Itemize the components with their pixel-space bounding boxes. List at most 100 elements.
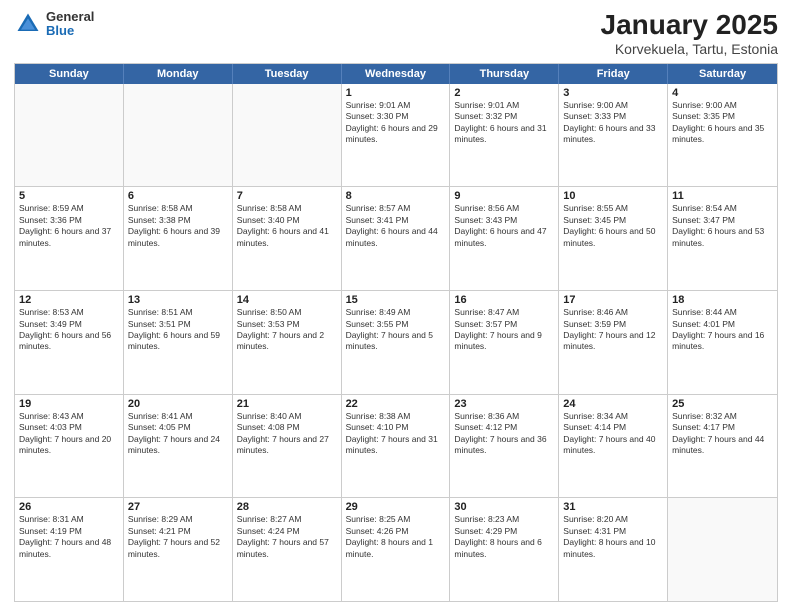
calendar-cell: 1Sunrise: 9:01 AM Sunset: 3:30 PM Daylig… <box>342 84 451 187</box>
day-info: Sunrise: 8:49 AM Sunset: 3:55 PM Dayligh… <box>346 307 446 353</box>
day-number: 25 <box>672 398 773 410</box>
weekday-header: Wednesday <box>342 64 451 84</box>
day-info: Sunrise: 8:20 AM Sunset: 4:31 PM Dayligh… <box>563 514 663 560</box>
day-number: 6 <box>128 190 228 202</box>
day-number: 20 <box>128 398 228 410</box>
calendar-cell: 19Sunrise: 8:43 AM Sunset: 4:03 PM Dayli… <box>15 395 124 498</box>
calendar-cell <box>124 84 233 187</box>
calendar-cell: 31Sunrise: 8:20 AM Sunset: 4:31 PM Dayli… <box>559 498 668 601</box>
calendar-row: 26Sunrise: 8:31 AM Sunset: 4:19 PM Dayli… <box>15 498 777 601</box>
day-info: Sunrise: 8:23 AM Sunset: 4:29 PM Dayligh… <box>454 514 554 560</box>
day-info: Sunrise: 8:43 AM Sunset: 4:03 PM Dayligh… <box>19 411 119 457</box>
day-info: Sunrise: 8:54 AM Sunset: 3:47 PM Dayligh… <box>672 203 773 249</box>
calendar-cell: 2Sunrise: 9:01 AM Sunset: 3:32 PM Daylig… <box>450 84 559 187</box>
page-title: January 2025 <box>601 10 778 41</box>
calendar-cell: 9Sunrise: 8:56 AM Sunset: 3:43 PM Daylig… <box>450 187 559 290</box>
calendar-cell: 20Sunrise: 8:41 AM Sunset: 4:05 PM Dayli… <box>124 395 233 498</box>
calendar-cell: 25Sunrise: 8:32 AM Sunset: 4:17 PM Dayli… <box>668 395 777 498</box>
calendar-cell: 23Sunrise: 8:36 AM Sunset: 4:12 PM Dayli… <box>450 395 559 498</box>
calendar-cell <box>15 84 124 187</box>
day-number: 8 <box>346 190 446 202</box>
calendar-cell: 3Sunrise: 9:00 AM Sunset: 3:33 PM Daylig… <box>559 84 668 187</box>
day-number: 15 <box>346 294 446 306</box>
day-info: Sunrise: 8:38 AM Sunset: 4:10 PM Dayligh… <box>346 411 446 457</box>
day-info: Sunrise: 8:53 AM Sunset: 3:49 PM Dayligh… <box>19 307 119 353</box>
logo-text: General Blue <box>46 10 94 39</box>
calendar-cell: 11Sunrise: 8:54 AM Sunset: 3:47 PM Dayli… <box>668 187 777 290</box>
calendar-cell: 16Sunrise: 8:47 AM Sunset: 3:57 PM Dayli… <box>450 291 559 394</box>
calendar-cell: 8Sunrise: 8:57 AM Sunset: 3:41 PM Daylig… <box>342 187 451 290</box>
calendar-cell: 30Sunrise: 8:23 AM Sunset: 4:29 PM Dayli… <box>450 498 559 601</box>
day-number: 13 <box>128 294 228 306</box>
weekday-header: Thursday <box>450 64 559 84</box>
day-info: Sunrise: 8:31 AM Sunset: 4:19 PM Dayligh… <box>19 514 119 560</box>
day-number: 31 <box>563 501 663 513</box>
calendar: SundayMondayTuesdayWednesdayThursdayFrid… <box>14 63 778 602</box>
day-info: Sunrise: 8:41 AM Sunset: 4:05 PM Dayligh… <box>128 411 228 457</box>
day-info: Sunrise: 8:50 AM Sunset: 3:53 PM Dayligh… <box>237 307 337 353</box>
day-info: Sunrise: 8:29 AM Sunset: 4:21 PM Dayligh… <box>128 514 228 560</box>
calendar-body: 1Sunrise: 9:01 AM Sunset: 3:30 PM Daylig… <box>15 84 777 601</box>
calendar-cell: 17Sunrise: 8:46 AM Sunset: 3:59 PM Dayli… <box>559 291 668 394</box>
calendar-cell: 7Sunrise: 8:58 AM Sunset: 3:40 PM Daylig… <box>233 187 342 290</box>
calendar-cell: 29Sunrise: 8:25 AM Sunset: 4:26 PM Dayli… <box>342 498 451 601</box>
day-number: 30 <box>454 501 554 513</box>
day-number: 14 <box>237 294 337 306</box>
calendar-row: 12Sunrise: 8:53 AM Sunset: 3:49 PM Dayli… <box>15 291 777 395</box>
weekday-header: Friday <box>559 64 668 84</box>
day-info: Sunrise: 8:58 AM Sunset: 3:40 PM Dayligh… <box>237 203 337 249</box>
day-number: 22 <box>346 398 446 410</box>
calendar-cell: 21Sunrise: 8:40 AM Sunset: 4:08 PM Dayli… <box>233 395 342 498</box>
day-number: 4 <box>672 87 773 99</box>
day-number: 24 <box>563 398 663 410</box>
day-info: Sunrise: 8:32 AM Sunset: 4:17 PM Dayligh… <box>672 411 773 457</box>
day-info: Sunrise: 8:55 AM Sunset: 3:45 PM Dayligh… <box>563 203 663 249</box>
logo-icon <box>14 10 42 38</box>
day-number: 17 <box>563 294 663 306</box>
calendar-cell: 22Sunrise: 8:38 AM Sunset: 4:10 PM Dayli… <box>342 395 451 498</box>
day-info: Sunrise: 8:46 AM Sunset: 3:59 PM Dayligh… <box>563 307 663 353</box>
logo-general: General <box>46 10 94 24</box>
calendar-row: 1Sunrise: 9:01 AM Sunset: 3:30 PM Daylig… <box>15 84 777 188</box>
day-number: 2 <box>454 87 554 99</box>
calendar-cell: 28Sunrise: 8:27 AM Sunset: 4:24 PM Dayli… <box>233 498 342 601</box>
day-number: 19 <box>19 398 119 410</box>
day-number: 23 <box>454 398 554 410</box>
calendar-row: 5Sunrise: 8:59 AM Sunset: 3:36 PM Daylig… <box>15 187 777 291</box>
day-number: 28 <box>237 501 337 513</box>
calendar-cell: 13Sunrise: 8:51 AM Sunset: 3:51 PM Dayli… <box>124 291 233 394</box>
weekday-header: Saturday <box>668 64 777 84</box>
day-number: 26 <box>19 501 119 513</box>
calendar-cell <box>233 84 342 187</box>
calendar-cell: 4Sunrise: 9:00 AM Sunset: 3:35 PM Daylig… <box>668 84 777 187</box>
day-info: Sunrise: 8:58 AM Sunset: 3:38 PM Dayligh… <box>128 203 228 249</box>
calendar-row: 19Sunrise: 8:43 AM Sunset: 4:03 PM Dayli… <box>15 395 777 499</box>
page: General Blue January 2025 Korvekuela, Ta… <box>0 0 792 612</box>
calendar-cell: 15Sunrise: 8:49 AM Sunset: 3:55 PM Dayli… <box>342 291 451 394</box>
calendar-cell: 26Sunrise: 8:31 AM Sunset: 4:19 PM Dayli… <box>15 498 124 601</box>
weekday-header: Monday <box>124 64 233 84</box>
day-info: Sunrise: 8:36 AM Sunset: 4:12 PM Dayligh… <box>454 411 554 457</box>
day-info: Sunrise: 8:25 AM Sunset: 4:26 PM Dayligh… <box>346 514 446 560</box>
day-info: Sunrise: 8:56 AM Sunset: 3:43 PM Dayligh… <box>454 203 554 249</box>
calendar-cell <box>668 498 777 601</box>
calendar-cell: 10Sunrise: 8:55 AM Sunset: 3:45 PM Dayli… <box>559 187 668 290</box>
day-number: 27 <box>128 501 228 513</box>
calendar-header: SundayMondayTuesdayWednesdayThursdayFrid… <box>15 64 777 84</box>
logo: General Blue <box>14 10 94 39</box>
day-info: Sunrise: 9:01 AM Sunset: 3:30 PM Dayligh… <box>346 100 446 146</box>
day-number: 12 <box>19 294 119 306</box>
day-number: 1 <box>346 87 446 99</box>
calendar-cell: 12Sunrise: 8:53 AM Sunset: 3:49 PM Dayli… <box>15 291 124 394</box>
day-info: Sunrise: 9:01 AM Sunset: 3:32 PM Dayligh… <box>454 100 554 146</box>
calendar-cell: 24Sunrise: 8:34 AM Sunset: 4:14 PM Dayli… <box>559 395 668 498</box>
day-info: Sunrise: 8:59 AM Sunset: 3:36 PM Dayligh… <box>19 203 119 249</box>
day-number: 16 <box>454 294 554 306</box>
day-number: 3 <box>563 87 663 99</box>
day-number: 5 <box>19 190 119 202</box>
calendar-cell: 27Sunrise: 8:29 AM Sunset: 4:21 PM Dayli… <box>124 498 233 601</box>
header: General Blue January 2025 Korvekuela, Ta… <box>14 10 778 57</box>
calendar-cell: 5Sunrise: 8:59 AM Sunset: 3:36 PM Daylig… <box>15 187 124 290</box>
day-number: 9 <box>454 190 554 202</box>
logo-blue: Blue <box>46 24 94 38</box>
